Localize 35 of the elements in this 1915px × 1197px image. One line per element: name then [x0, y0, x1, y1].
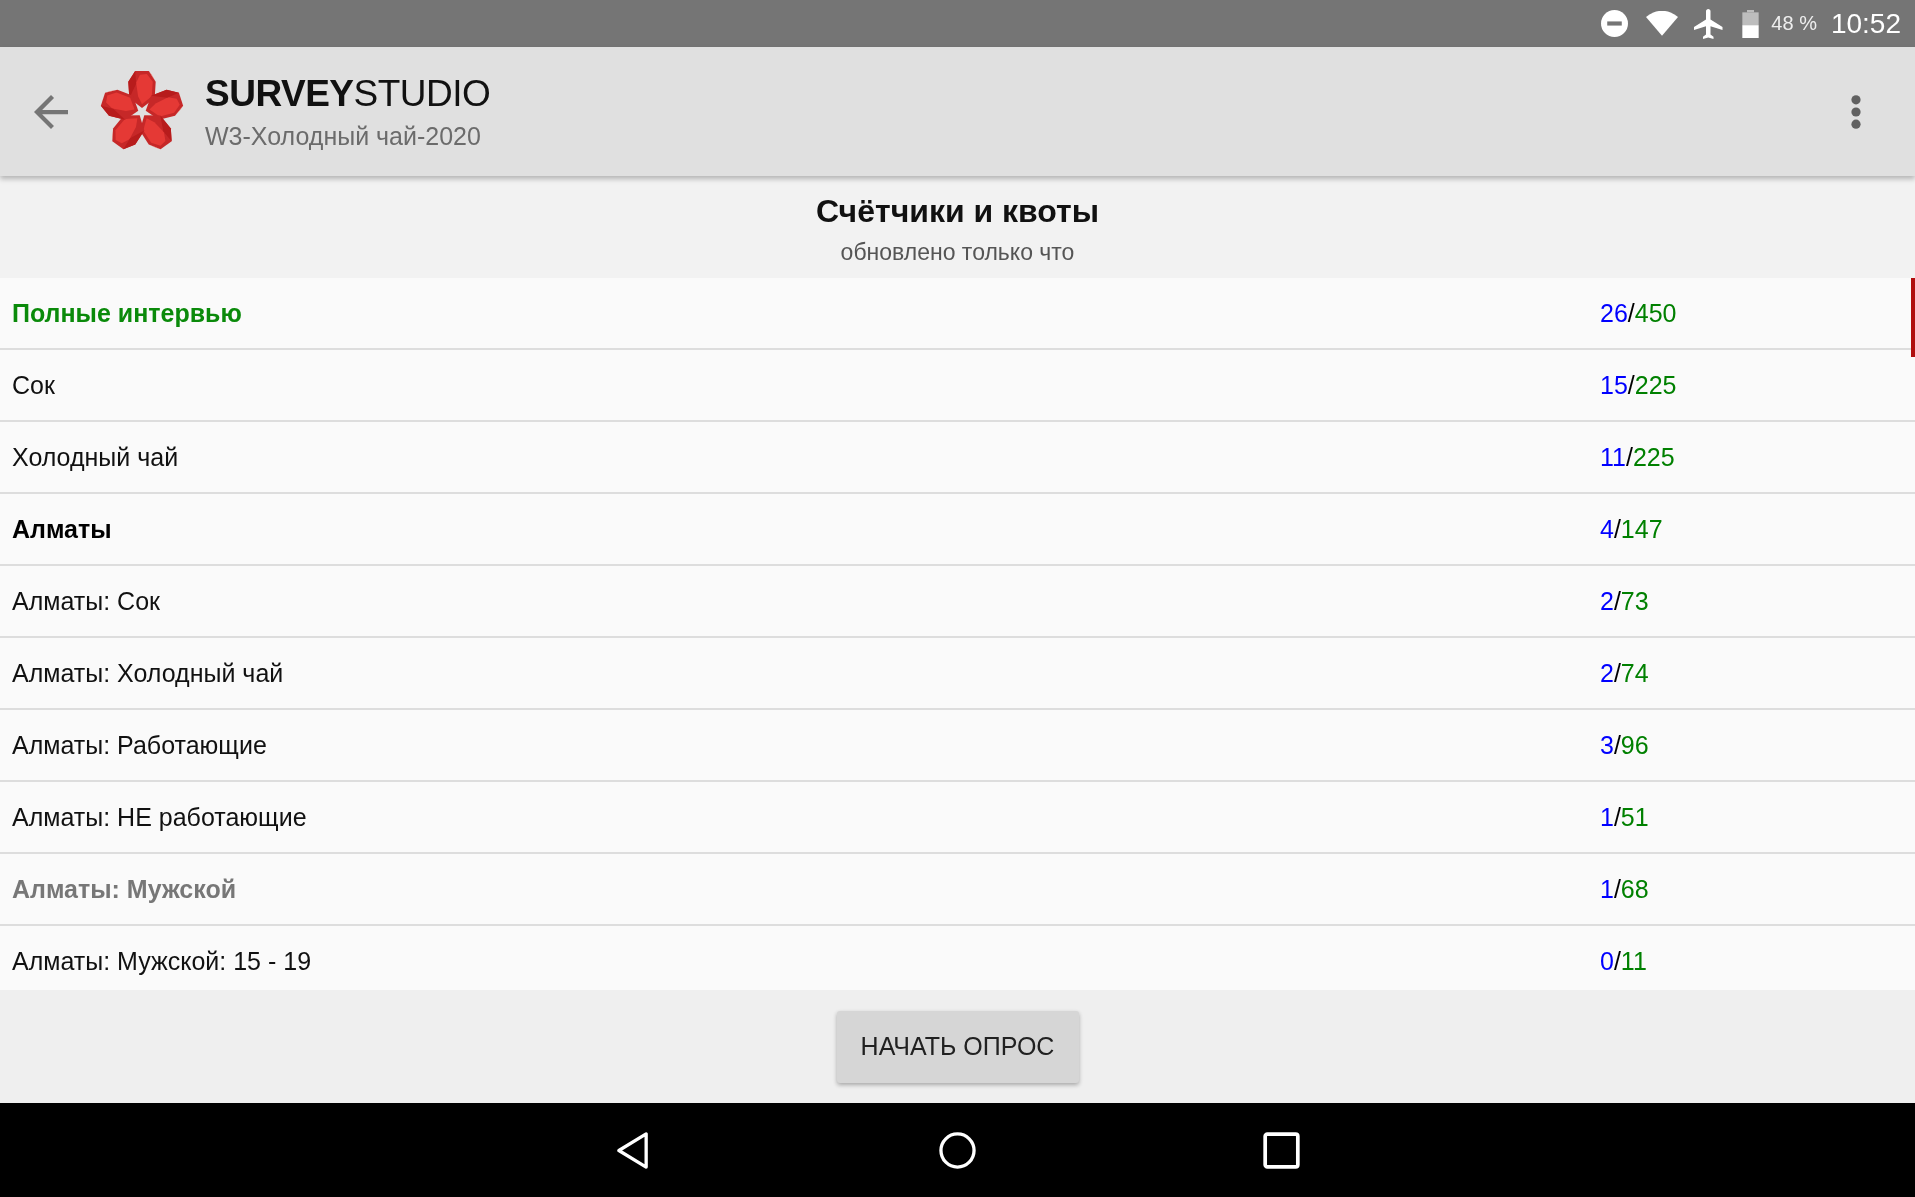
- counter-value: 4/147: [1600, 514, 1663, 543]
- counter-value: 1/68: [1600, 874, 1649, 903]
- counter-label: Холодный чай: [12, 442, 180, 472]
- counter-label: Алматы: Работающие: [12, 730, 268, 760]
- page-title: Счётчики и квоты: [815, 192, 1100, 231]
- update-status: обновлено только что: [840, 238, 1075, 267]
- battery-icon: [1742, 9, 1760, 38]
- counter-value: 1/51: [1600, 802, 1649, 831]
- counter-label: Алматы: [12, 514, 113, 544]
- counter-label: Алматы: Мужской: 15 - 19: [12, 946, 313, 976]
- clock: 10:52: [1830, 7, 1901, 40]
- counter-value: 26/450: [1600, 298, 1677, 327]
- counter-value: 2/73: [1600, 586, 1649, 615]
- project-name: W3-Холодный чай-2020: [205, 120, 482, 152]
- counter-label: Сок: [12, 370, 56, 400]
- counter-value: 15/225: [1600, 370, 1677, 399]
- counter-label: Полные интервью: [12, 298, 243, 328]
- recent-apps-icon[interactable]: [1263, 1131, 1300, 1169]
- counter-label: Алматы: Сок: [12, 586, 161, 616]
- counter-label: Алматы: Мужской: [12, 874, 238, 904]
- home-icon[interactable]: [939, 1131, 976, 1169]
- battery-percent: 48 %: [1771, 12, 1817, 35]
- counter-value: 3/96: [1600, 730, 1649, 759]
- counter-value: 11/225: [1600, 442, 1675, 471]
- counter-label: Алматы: Холодный чай: [12, 658, 285, 688]
- counter-label: Алматы: НЕ работающие: [12, 802, 308, 832]
- app-title: SURVEYSTUDIO: [205, 71, 492, 116]
- airplane-icon: [1694, 8, 1725, 39]
- more-vertical-icon[interactable]: [1851, 94, 1861, 129]
- wifi-icon: [1646, 11, 1679, 36]
- counter-value: 0/11: [1600, 946, 1647, 975]
- start-survey-button[interactable]: НАЧАТЬ ОПРОС: [836, 1010, 1079, 1083]
- back-arrow-icon[interactable]: [34, 94, 68, 129]
- do-not-disturb-icon: [1601, 10, 1629, 37]
- counter-value: 2/74: [1600, 658, 1649, 687]
